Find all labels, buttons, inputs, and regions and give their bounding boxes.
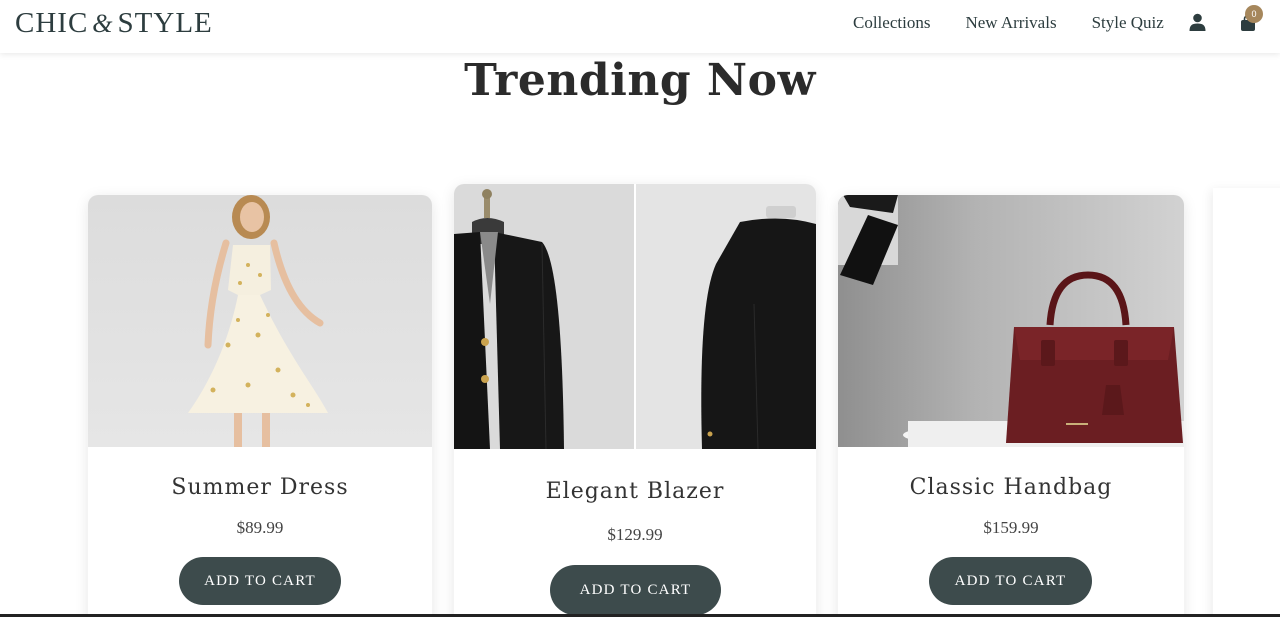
product-price: $159.99 bbox=[983, 518, 1039, 537]
product-price: $89.99 bbox=[236, 518, 284, 537]
product-price: $129.99 bbox=[607, 525, 663, 544]
logo-text-right: STYLE bbox=[117, 7, 213, 39]
product-name: Classic Handbag bbox=[909, 475, 1113, 500]
product-card-partial[interactable] bbox=[1213, 188, 1280, 617]
site-header: CHIC & STYLE Collections New Arrivals Styl… bbox=[0, 0, 1280, 53]
product-card-summer-dress[interactable]: Summer Dress $89.99 ADD TO CART bbox=[88, 195, 432, 617]
nav-link-collections[interactable]: Collections bbox=[853, 13, 930, 33]
product-card-elegant-blazer[interactable]: Elegant Blazer $129.99 ADD TO CART bbox=[454, 184, 816, 617]
product-name: Elegant Blazer bbox=[545, 479, 725, 504]
add-to-cart-button[interactable]: ADD TO CART bbox=[550, 565, 721, 615]
page-title: Trending Now bbox=[464, 55, 816, 106]
product-image-summer-dress[interactable] bbox=[88, 195, 432, 447]
product-image-classic-handbag[interactable] bbox=[838, 195, 1184, 447]
logo-text-left: CHIC bbox=[15, 7, 89, 39]
logo-ampersand: & bbox=[92, 9, 114, 38]
nav-link-new-arrivals[interactable]: New Arrivals bbox=[965, 13, 1056, 33]
product-name: Summer Dress bbox=[171, 475, 349, 500]
product-image-elegant-blazer[interactable] bbox=[454, 184, 816, 449]
nav-link-style-quiz[interactable]: Style Quiz bbox=[1092, 13, 1164, 33]
cart-count-badge: 0 bbox=[1245, 5, 1263, 23]
user-icon[interactable] bbox=[1189, 13, 1206, 31]
brand-logo[interactable]: CHIC & STYLE bbox=[15, 7, 213, 40]
main-nav: Collections New Arrivals Style Quiz bbox=[853, 13, 1164, 33]
product-card-classic-handbag[interactable]: Classic Handbag $159.99 ADD TO CART bbox=[838, 195, 1184, 617]
add-to-cart-button[interactable]: ADD TO CART bbox=[929, 557, 1092, 605]
add-to-cart-button[interactable]: ADD TO CART bbox=[179, 557, 341, 605]
